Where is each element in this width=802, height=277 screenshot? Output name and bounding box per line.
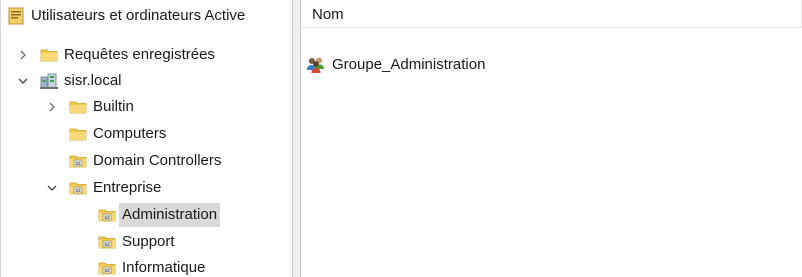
tree-item-label: Support	[122, 233, 175, 250]
chevron-down-icon[interactable]	[16, 74, 30, 88]
list-item-name: Groupe_Administration	[332, 56, 486, 73]
tree-item-label: Administration	[119, 203, 221, 227]
chevron-right-icon[interactable]	[16, 48, 30, 62]
list-item-groupe-administration[interactable]: Groupe_Administration	[306, 53, 566, 77]
tree-item-informatique[interactable]: Informatique	[1, 256, 293, 277]
folder-icon	[69, 98, 87, 116]
chevron-down-icon[interactable]	[45, 181, 59, 195]
group-icon	[306, 56, 326, 74]
folder-icon	[40, 46, 58, 64]
tree-item-label: Entreprise	[93, 179, 162, 196]
aduc-console-icon	[7, 7, 25, 25]
ou-icon	[98, 259, 116, 277]
folder-icon	[69, 125, 87, 143]
tree-item-support[interactable]: Support	[1, 230, 293, 254]
tree-item-requetes-enregistrees[interactable]: Requêtes enregistrées	[1, 43, 293, 67]
tree-item-label: Requêtes enregistrées	[64, 46, 215, 63]
tree-item-sisr-local[interactable]: sisr.local	[1, 69, 293, 93]
tree-root-label: Utilisateurs et ordinateurs Active	[31, 7, 246, 24]
tree-item-builtin[interactable]: Builtin	[1, 95, 293, 119]
console-tree[interactable]: Utilisateurs et ordinateurs Active Requê…	[0, 0, 293, 277]
column-header-nom[interactable]: Nom	[301, 0, 802, 28]
results-pane[interactable]: Nom Groupe_Administration	[301, 0, 802, 277]
tree-item-label: Builtin	[93, 98, 134, 115]
chevron-right-icon[interactable]	[45, 100, 59, 114]
tree-item-label: Domain Controllers	[93, 152, 222, 169]
ou-icon	[98, 206, 116, 224]
tree-root[interactable]: Utilisateurs et ordinateurs Active	[1, 4, 293, 28]
domain-icon	[40, 72, 58, 90]
tree-item-administration[interactable]: Administration	[1, 203, 293, 227]
ou-icon	[98, 233, 116, 251]
pane-splitter[interactable]	[292, 0, 301, 277]
ou-icon	[69, 179, 87, 197]
column-header-label: Nom	[312, 6, 344, 23]
tree-item-label: Computers	[93, 125, 167, 142]
tree-item-label: Informatique	[122, 259, 206, 276]
tree-item-entreprise[interactable]: Entreprise	[1, 176, 293, 200]
aduc-window: Utilisateurs et ordinateurs Active Requê…	[0, 0, 802, 277]
ou-icon	[69, 152, 87, 170]
tree-item-label: sisr.local	[64, 72, 122, 89]
tree-item-domain-controllers[interactable]: Domain Controllers	[1, 149, 293, 173]
tree-item-computers[interactable]: Computers	[1, 122, 293, 146]
